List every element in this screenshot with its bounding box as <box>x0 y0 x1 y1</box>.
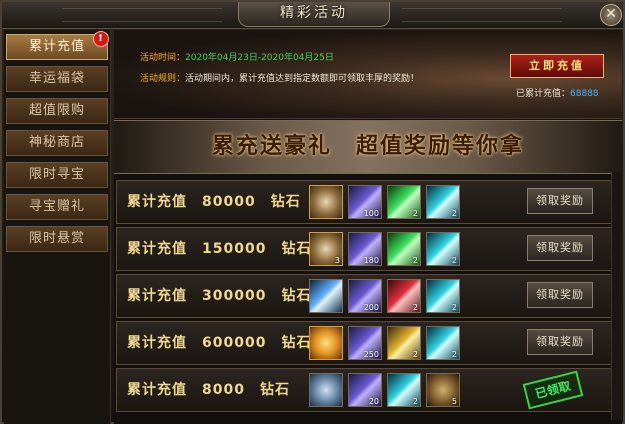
claim-reward-button[interactable]: 领取奖励 <box>527 329 593 355</box>
activity-rule-text: 活动期间内，累计充值达到指定数额即可领取丰厚的奖励！ <box>185 74 420 84</box>
green-gem-icon[interactable]: 2 <box>387 232 421 266</box>
feather-icon[interactable]: 200 <box>348 279 382 313</box>
sidebar-item-label: 累计充值 <box>28 39 85 54</box>
activity-rule-row: 活动规则：活动期间内，累计充值达到指定数额即可领取丰厚的奖励！ <box>140 71 419 84</box>
total-recharge: 已累计充值：68888 <box>516 86 599 99</box>
reward-row: 累计充值 150000 钻石 3 180 2 2 领取奖励 <box>116 227 620 271</box>
cyan-gem-icon[interactable]: 2 <box>426 279 460 313</box>
recharge-now-button[interactable]: 立即充值 <box>510 54 604 78</box>
title-ornament-left <box>62 8 222 22</box>
item-count: 2 <box>451 256 457 265</box>
cyan-gem-icon[interactable]: 2 <box>426 326 460 360</box>
alert-badge: ! <box>93 31 109 47</box>
item-count: 2 <box>451 209 457 218</box>
sidebar-item-lucky-bag[interactable]: 幸运福袋 <box>6 66 108 92</box>
item-count: 5 <box>451 397 457 406</box>
item-count: 3 <box>334 256 340 265</box>
title-bar: 精彩活动 ✕ <box>2 2 623 29</box>
medal-icon[interactable]: 3 <box>309 232 343 266</box>
item-count: 250 <box>363 350 379 359</box>
cyan-gem-icon[interactable]: 2 <box>426 185 460 219</box>
claim-reward-button[interactable]: 领取奖励 <box>527 282 593 308</box>
item-count: 100 <box>363 209 379 218</box>
gold-gem-icon[interactable]: 2 <box>387 326 421 360</box>
activity-window: 精彩活动 ✕ 累计充值 ! 幸运福袋 超值限购 神秘商店 限时寻宝 寻宝赠礼 限… <box>0 0 625 424</box>
item-count: 2 <box>412 256 418 265</box>
title-ornament-right <box>402 8 562 22</box>
sidebar-item-mystery-shop[interactable]: 神秘商店 <box>6 130 108 156</box>
feather-icon[interactable]: 250 <box>348 326 382 360</box>
crystal-icon[interactable] <box>309 279 343 313</box>
item-count: 180 <box>363 256 379 265</box>
sidebar-item-cumulative-recharge[interactable]: 累计充值 ! <box>6 31 109 60</box>
claim-reward-button[interactable]: 领取奖励 <box>527 188 593 214</box>
total-recharge-value: 68888 <box>570 89 599 99</box>
scroll-bag-icon[interactable]: 5 <box>426 373 460 407</box>
activity-time-row: 活动时间：2020年04月23日-2020年04月25日 <box>140 50 334 63</box>
cyan-gem-icon[interactable]: 2 <box>426 232 460 266</box>
sidebar: 累计充值 ! 幸运福袋 超值限购 神秘商店 限时寻宝 寻宝赠礼 限时悬赏 <box>4 30 111 424</box>
claimed-stamp: 已领取 <box>522 370 584 410</box>
activity-rule-label: 活动规则： <box>140 74 186 84</box>
reward-threshold-label: 累计充值 600000 钻石 <box>127 335 312 351</box>
item-count: 2 <box>412 397 418 406</box>
item-count: 200 <box>363 303 379 312</box>
medal-icon[interactable] <box>309 185 343 219</box>
total-recharge-label: 已累计充值： <box>516 89 571 99</box>
item-count: 2 <box>451 303 457 312</box>
item-count: 2 <box>451 350 457 359</box>
reward-threshold-label: 累计充值 80000 钻石 <box>127 194 301 210</box>
sidebar-item-treasure-hunt[interactable]: 限时寻宝 <box>6 162 108 188</box>
activity-info: 活动时间：2020年04月23日-2020年04月25日 活动规则：活动期间内，… <box>114 30 622 119</box>
feather-icon[interactable]: 20 <box>348 373 382 407</box>
amber-gem-icon[interactable] <box>309 326 343 360</box>
compass-icon[interactable] <box>309 373 343 407</box>
scrollbar[interactable] <box>611 172 622 420</box>
banner-text: 累充送豪礼 超值奖励等你拿 <box>211 134 524 159</box>
activity-time-value: 2020年04月23日-2020年04月25日 <box>185 53 334 63</box>
reward-row: 累计充值 300000 钻石 200 2 2 领取奖励 <box>116 274 620 318</box>
close-icon[interactable]: ✕ <box>600 4 622 26</box>
reward-threshold-label: 累计充值 8000 钻石 <box>127 382 290 398</box>
reward-threshold-label: 累计充值 150000 钻石 <box>127 241 312 257</box>
reward-threshold-label: 累计充值 300000 钻石 <box>127 288 312 304</box>
reward-row: 累计充值 8000 钻石 20 2 5 已领取 <box>116 368 620 412</box>
sidebar-item-treasure-gift[interactable]: 寻宝赠礼 <box>6 194 108 220</box>
activity-time-label: 活动时间： <box>140 53 186 63</box>
item-count: 2 <box>412 350 418 359</box>
feather-icon[interactable]: 180 <box>348 232 382 266</box>
item-count: 2 <box>412 209 418 218</box>
promo-banner: 累充送豪礼 超值奖励等你拿 <box>114 120 622 174</box>
item-count: 2 <box>412 303 418 312</box>
claim-reward-button[interactable]: 领取奖励 <box>527 235 593 261</box>
reward-row: 累计充值 80000 钻石 100 2 2 领取奖励 <box>116 180 620 224</box>
sidebar-item-limited-purchase[interactable]: 超值限购 <box>6 98 108 124</box>
reward-row: 累计充值 600000 钻石 250 2 2 领取奖励 <box>116 321 620 365</box>
cyan-gem-icon[interactable]: 2 <box>387 373 421 407</box>
sidebar-item-bounty[interactable]: 限时悬赏 <box>6 226 108 252</box>
green-gem-icon[interactable]: 2 <box>387 185 421 219</box>
feather-icon[interactable]: 100 <box>348 185 382 219</box>
item-count: 20 <box>368 397 379 406</box>
window-title: 精彩活动 <box>238 2 390 27</box>
red-gem-icon[interactable]: 2 <box>387 279 421 313</box>
main-panel: 活动时间：2020年04月23日-2020年04月25日 活动规则：活动期间内，… <box>114 30 622 424</box>
